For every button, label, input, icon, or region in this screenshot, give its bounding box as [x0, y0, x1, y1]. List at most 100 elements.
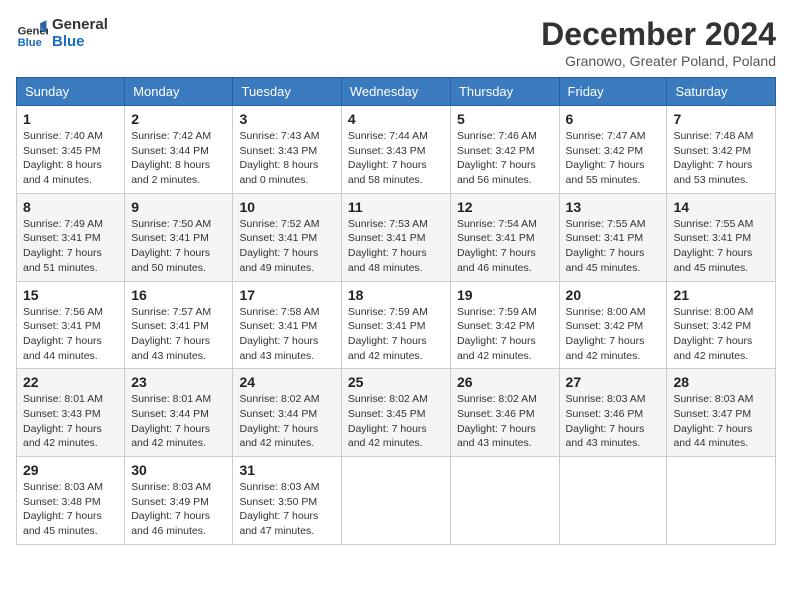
calendar-header-row: SundayMondayTuesdayWednesdayThursdayFrid… — [17, 78, 776, 106]
calendar-week-row: 22Sunrise: 8:01 AMSunset: 3:43 PMDayligh… — [17, 369, 776, 457]
day-info: Sunrise: 7:56 AMSunset: 3:41 PMDaylight:… — [23, 305, 118, 364]
day-number: 31 — [239, 462, 334, 478]
header-day-monday: Monday — [125, 78, 233, 106]
day-info: Sunrise: 8:02 AMSunset: 3:44 PMDaylight:… — [239, 392, 334, 451]
logo-icon: General Blue — [16, 17, 48, 49]
day-info: Sunrise: 8:00 AMSunset: 3:42 PMDaylight:… — [566, 305, 661, 364]
day-number: 18 — [348, 287, 444, 303]
day-number: 15 — [23, 287, 118, 303]
day-info: Sunrise: 7:59 AMSunset: 3:41 PMDaylight:… — [348, 305, 444, 364]
calendar-cell: 9Sunrise: 7:50 AMSunset: 3:41 PMDaylight… — [125, 193, 233, 281]
header-day-wednesday: Wednesday — [341, 78, 450, 106]
calendar-cell — [450, 457, 559, 545]
header-day-saturday: Saturday — [667, 78, 776, 106]
day-info: Sunrise: 7:43 AMSunset: 3:43 PMDaylight:… — [239, 129, 334, 188]
day-info: Sunrise: 8:00 AMSunset: 3:42 PMDaylight:… — [673, 305, 769, 364]
day-info: Sunrise: 8:03 AMSunset: 3:50 PMDaylight:… — [239, 480, 334, 539]
calendar-cell: 5 Sunrise: 7:46 AMSunset: 3:42 PMDaylight… — [450, 106, 559, 194]
calendar-cell: 2 Sunrise: 7:42 AMSunset: 3:44 PMDaylight… — [125, 106, 233, 194]
calendar-cell: 1Sunrise: 7:40 AMSunset: 3:45 PMDaylight… — [17, 106, 125, 194]
day-info: Sunrise: 7:44 AMSunset: 3:43 PMDaylight:… — [348, 129, 444, 188]
header-day-tuesday: Tuesday — [233, 78, 341, 106]
calendar-cell: 17Sunrise: 7:58 AMSunset: 3:41 PMDayligh… — [233, 281, 341, 369]
day-number: 9 — [131, 199, 226, 215]
calendar-cell: 6 Sunrise: 7:47 AMSunset: 3:42 PMDaylight… — [559, 106, 667, 194]
day-number: 12 — [457, 199, 553, 215]
day-number: 3 — [239, 111, 334, 127]
day-info: Sunrise: 7:46 AMSunset: 3:42 PMDaylight:… — [457, 129, 553, 188]
calendar-week-row: 29 Sunrise: 8:03 AMSunset: 3:48 PMDayligh… — [17, 457, 776, 545]
calendar-cell — [559, 457, 667, 545]
day-info: Sunrise: 7:53 AMSunset: 3:41 PMDaylight:… — [348, 217, 444, 276]
calendar-cell: 29 Sunrise: 8:03 AMSunset: 3:48 PMDayligh… — [17, 457, 125, 545]
calendar-cell: 4 Sunrise: 7:44 AMSunset: 3:43 PMDaylight… — [341, 106, 450, 194]
day-number: 1 — [23, 111, 118, 127]
calendar-cell: 25 Sunrise: 8:02 AMSunset: 3:45 PMDayligh… — [341, 369, 450, 457]
calendar-cell: 14 Sunrise: 7:55 AMSunset: 3:41 PMDayligh… — [667, 193, 776, 281]
day-info: Sunrise: 7:55 AMSunset: 3:41 PMDaylight:… — [673, 217, 769, 276]
day-number: 4 — [348, 111, 444, 127]
day-info: Sunrise: 7:57 AMSunset: 3:41 PMDaylight:… — [131, 305, 226, 364]
day-number: 8 — [23, 199, 118, 215]
day-number: 21 — [673, 287, 769, 303]
calendar-cell: 12 Sunrise: 7:54 AMSunset: 3:41 PMDayligh… — [450, 193, 559, 281]
day-info: Sunrise: 7:47 AMSunset: 3:42 PMDaylight:… — [566, 129, 661, 188]
day-number: 5 — [457, 111, 553, 127]
title-area: December 2024 Granowo, Greater Poland, P… — [541, 16, 776, 69]
day-number: 23 — [131, 374, 226, 390]
calendar-cell: 24 Sunrise: 8:02 AMSunset: 3:44 PMDayligh… — [233, 369, 341, 457]
calendar-cell: 11 Sunrise: 7:53 AMSunset: 3:41 PMDayligh… — [341, 193, 450, 281]
day-number: 7 — [673, 111, 769, 127]
day-number: 14 — [673, 199, 769, 215]
day-number: 17 — [239, 287, 334, 303]
day-number: 2 — [131, 111, 226, 127]
day-number: 19 — [457, 287, 553, 303]
calendar-cell: 26 Sunrise: 8:02 AMSunset: 3:46 PMDayligh… — [450, 369, 559, 457]
day-info: Sunrise: 8:01 AMSunset: 3:44 PMDaylight:… — [131, 392, 226, 451]
calendar-cell: 8 Sunrise: 7:49 AMSunset: 3:41 PMDaylight… — [17, 193, 125, 281]
location-subtitle: Granowo, Greater Poland, Poland — [541, 53, 776, 69]
header-day-sunday: Sunday — [17, 78, 125, 106]
calendar-week-row: 15 Sunrise: 7:56 AMSunset: 3:41 PMDayligh… — [17, 281, 776, 369]
calendar-table: SundayMondayTuesdayWednesdayThursdayFrid… — [16, 77, 776, 545]
day-number: 30 — [131, 462, 226, 478]
logo-name-line2: Blue — [52, 33, 108, 50]
day-info: Sunrise: 7:49 AMSunset: 3:41 PMDaylight:… — [23, 217, 118, 276]
day-info: Sunrise: 7:42 AMSunset: 3:44 PMDaylight:… — [131, 129, 226, 188]
day-info: Sunrise: 7:55 AMSunset: 3:41 PMDaylight:… — [566, 217, 661, 276]
logo: General Blue General Blue — [16, 16, 108, 50]
day-number: 24 — [239, 374, 334, 390]
calendar-cell: 7 Sunrise: 7:48 AMSunset: 3:42 PMDaylight… — [667, 106, 776, 194]
calendar-cell: 28Sunrise: 8:03 AMSunset: 3:47 PMDayligh… — [667, 369, 776, 457]
day-number: 26 — [457, 374, 553, 390]
day-info: Sunrise: 8:02 AMSunset: 3:46 PMDaylight:… — [457, 392, 553, 451]
header: General Blue General Blue December 2024 … — [16, 16, 776, 69]
day-info: Sunrise: 8:02 AMSunset: 3:45 PMDaylight:… — [348, 392, 444, 451]
calendar-cell: 30 Sunrise: 8:03 AMSunset: 3:49 PMDayligh… — [125, 457, 233, 545]
day-info: Sunrise: 8:01 AMSunset: 3:43 PMDaylight:… — [23, 392, 118, 451]
calendar-cell: 15 Sunrise: 7:56 AMSunset: 3:41 PMDayligh… — [17, 281, 125, 369]
calendar-cell: 22Sunrise: 8:01 AMSunset: 3:43 PMDayligh… — [17, 369, 125, 457]
day-info: Sunrise: 7:54 AMSunset: 3:41 PMDaylight:… — [457, 217, 553, 276]
day-number: 20 — [566, 287, 661, 303]
logo-name-line1: General — [52, 16, 108, 33]
day-number: 11 — [348, 199, 444, 215]
day-info: Sunrise: 7:48 AMSunset: 3:42 PMDaylight:… — [673, 129, 769, 188]
calendar-cell: 31 Sunrise: 8:03 AMSunset: 3:50 PMDayligh… — [233, 457, 341, 545]
day-info: Sunrise: 8:03 AMSunset: 3:49 PMDaylight:… — [131, 480, 226, 539]
calendar-cell — [341, 457, 450, 545]
day-number: 29 — [23, 462, 118, 478]
calendar-cell: 20 Sunrise: 8:00 AMSunset: 3:42 PMDayligh… — [559, 281, 667, 369]
calendar-week-row: 8 Sunrise: 7:49 AMSunset: 3:41 PMDaylight… — [17, 193, 776, 281]
calendar-cell: 16Sunrise: 7:57 AMSunset: 3:41 PMDayligh… — [125, 281, 233, 369]
day-info: Sunrise: 8:03 AMSunset: 3:48 PMDaylight:… — [23, 480, 118, 539]
calendar-cell: 23 Sunrise: 8:01 AMSunset: 3:44 PMDayligh… — [125, 369, 233, 457]
day-number: 6 — [566, 111, 661, 127]
day-number: 25 — [348, 374, 444, 390]
calendar-cell: 13Sunrise: 7:55 AMSunset: 3:41 PMDayligh… — [559, 193, 667, 281]
calendar-cell: 3 Sunrise: 7:43 AMSunset: 3:43 PMDaylight… — [233, 106, 341, 194]
day-number: 28 — [673, 374, 769, 390]
calendar-cell: 19Sunrise: 7:59 AMSunset: 3:42 PMDayligh… — [450, 281, 559, 369]
calendar-cell: 27Sunrise: 8:03 AMSunset: 3:46 PMDayligh… — [559, 369, 667, 457]
header-day-friday: Friday — [559, 78, 667, 106]
